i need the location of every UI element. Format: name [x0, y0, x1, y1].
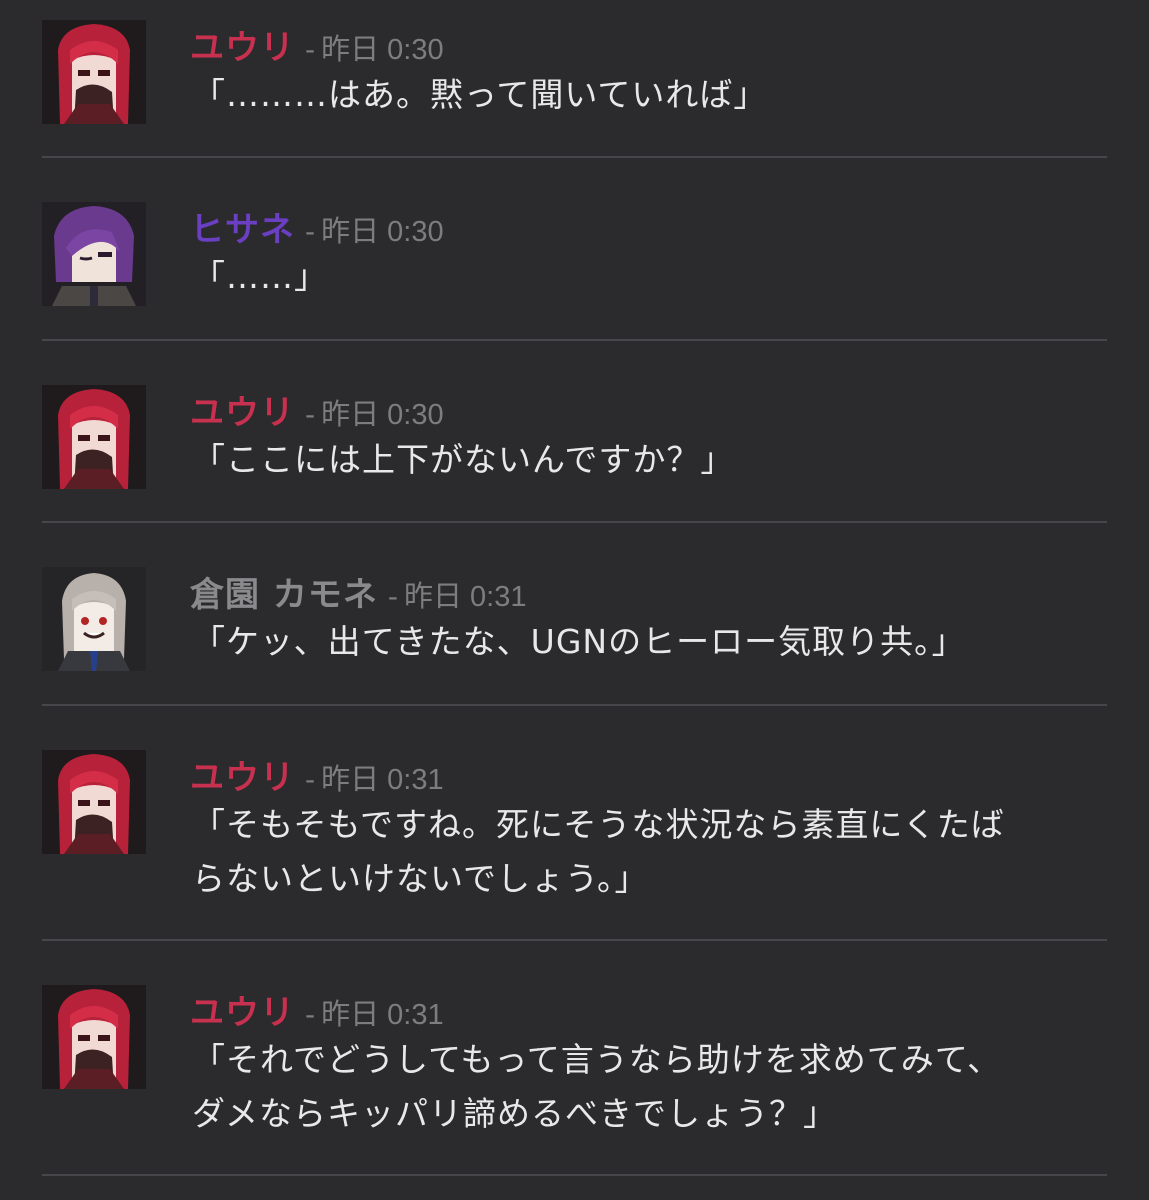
message-header: 倉園 カモネ - 昨日 0:31: [190, 567, 527, 616]
header-separator: -: [387, 580, 398, 613]
message-header: ユウリ - 昨日 0:30: [190, 20, 444, 69]
header-separator: -: [305, 763, 316, 796]
message-header: ユウリ - 昨日 0:31: [190, 985, 444, 1034]
speaker-name[interactable]: ユウリ: [190, 20, 295, 69]
message-header: ユウリ - 昨日 0:31: [190, 750, 444, 799]
avatar[interactable]: [42, 985, 146, 1089]
header-separator: -: [305, 998, 316, 1031]
message-text: 「それでどうしてもって言うなら助けを求めてみて、 ダメならキッパリ諦めるべきでし…: [192, 1040, 1002, 1133]
divider: [42, 939, 1107, 941]
message-text: 「ここには上下がないんですか？」: [192, 440, 735, 479]
chat-log: ユウリ - 昨日 0:30 「………はあ。黙って聞いていれば」 ヒサネ - 昨日…: [0, 0, 1149, 1200]
speaker-name[interactable]: ヒサネ: [190, 202, 295, 251]
timestamp: 昨日 0:30: [321, 399, 444, 431]
timestamp: 昨日 0:31: [403, 581, 527, 613]
message-text: 「ケッ、出てきたな、UGNのヒーロー気取り共。」: [192, 622, 966, 661]
avatar[interactable]: [42, 385, 146, 489]
divider: [42, 339, 1107, 341]
timestamp: 昨日 0:31: [321, 999, 444, 1031]
kamone-avatar-icon: [42, 567, 146, 671]
divider: [42, 704, 1107, 706]
header-separator: -: [305, 33, 316, 66]
timestamp: 昨日 0:31: [321, 764, 444, 796]
header-separator: -: [305, 398, 316, 431]
avatar[interactable]: [42, 202, 146, 306]
message-header: ユウリ - 昨日 0:30: [190, 385, 444, 434]
speaker-name[interactable]: ユウリ: [190, 385, 295, 434]
yuuri-avatar-icon: [42, 20, 146, 124]
timestamp: 昨日 0:30: [321, 34, 444, 66]
speaker-name[interactable]: ユウリ: [190, 750, 295, 799]
yuuri-avatar-icon: [42, 750, 146, 854]
message-text: 「……」: [192, 257, 328, 296]
message-text: 「そもそもですね。死にそうな状況なら素直にくたば らないといけないでしょう。」: [192, 805, 1005, 898]
yuuri-avatar-icon: [42, 985, 146, 1089]
header-separator: -: [305, 215, 316, 248]
timestamp: 昨日 0:30: [321, 216, 444, 248]
divider: [42, 1174, 1107, 1176]
speaker-name[interactable]: ユウリ: [190, 985, 295, 1034]
message-header: ヒサネ - 昨日 0:30: [190, 202, 444, 251]
avatar[interactable]: [42, 20, 146, 124]
divider: [42, 521, 1107, 523]
message-text: 「………はあ。黙って聞いていれば」: [192, 75, 768, 114]
hisane-avatar-icon: [42, 202, 146, 306]
yuuri-avatar-icon: [42, 385, 146, 489]
avatar[interactable]: [42, 567, 146, 671]
avatar[interactable]: [42, 750, 146, 854]
speaker-name[interactable]: 倉園 カモネ: [190, 567, 378, 616]
divider: [42, 156, 1107, 158]
